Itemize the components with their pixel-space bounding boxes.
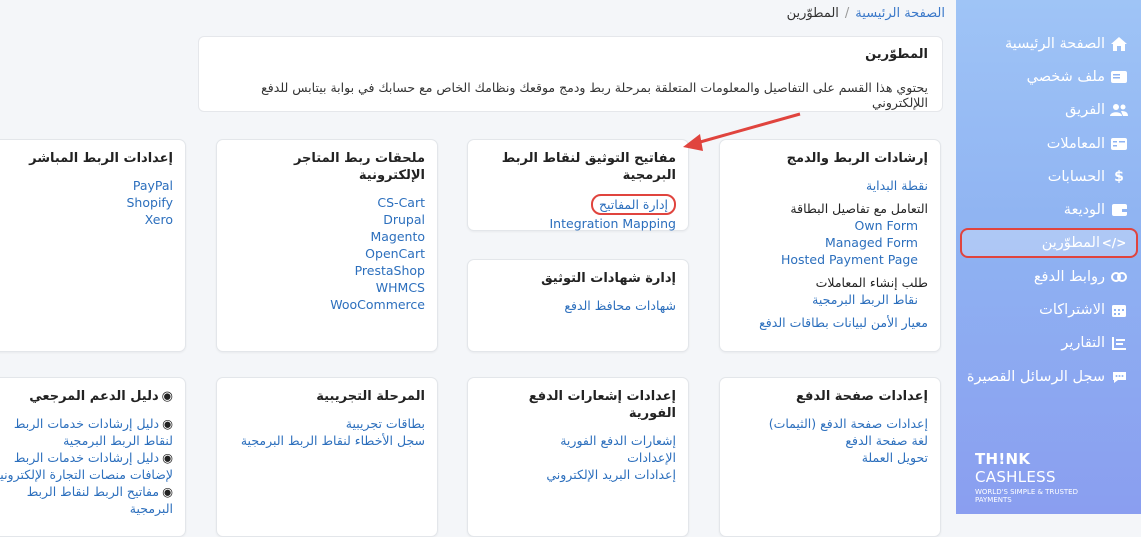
payment-page-settings-card: إعدادات صفحة الدفع إعدادات صفحة الدفع (ا… <box>719 377 941 537</box>
plugin-link[interactable]: CS-Cart <box>229 194 425 211</box>
settings-link[interactable]: لغة صفحة الدفع <box>732 432 928 449</box>
page-info-card: المطوّرين يحتوي هذا القسم على التفاصيل و… <box>198 36 943 112</box>
id-card-icon <box>1109 71 1129 83</box>
sms-icon <box>1109 371 1129 384</box>
brand-logo: TH!NK CASHLESS WORLD'S SIMPLE & TRUSTED … <box>975 450 1078 504</box>
sidebar-item-label: روابط الدفع <box>1033 269 1105 285</box>
pci-dss-link[interactable]: معيار الأمن لبيانات بطاقات الدفع <box>732 314 928 331</box>
link-icon <box>1109 271 1129 283</box>
sidebar-item-payment-links[interactable]: روابط الدفع <box>956 262 1141 292</box>
wallet-certificates-link[interactable]: شهادات محافظ الدفع <box>480 297 676 314</box>
reference-link[interactable]: ◉دليل إرشادات خدمات الربط <box>0 449 173 466</box>
plugin-link[interactable]: Magento <box>229 228 425 245</box>
reference-link-continued[interactable]: لإضافات منصات التجارة الإلكترونية <box>0 466 173 483</box>
radio-dot-icon: ◉ <box>162 484 173 499</box>
page-title: المطوّرين <box>865 47 928 62</box>
reference-link[interactable]: ◉دليل إرشادات خدمات الربط <box>0 415 173 432</box>
wallet-icon <box>1109 204 1129 216</box>
ipn-settings-card: إعدادات إشعارات الدفع الفورية إشعارات ال… <box>467 377 689 537</box>
sidebar-item-label: الاشتراكات <box>1039 302 1105 318</box>
reference-link[interactable]: ◉مفاتيح الربط لنقاط الربط <box>0 483 173 500</box>
integration-mapping-link[interactable]: Integration Mapping <box>480 215 677 232</box>
sidebar-item-team[interactable]: الفريق <box>956 95 1141 125</box>
sidebar: الصفحة الرئيسية ملف شخصي الفريق المعاملا… <box>956 0 1141 514</box>
transactions-icon <box>1109 138 1129 150</box>
plugin-link[interactable]: OpenCart <box>229 245 425 262</box>
card-title: المرحلة التجريبية <box>316 389 425 404</box>
plugin-link[interactable]: PrestaShop <box>229 262 425 279</box>
dollar-icon: $ <box>1114 169 1124 185</box>
card-title: إعدادات صفحة الدفع <box>796 389 928 404</box>
sandbox-link[interactable]: بطاقات تجريبية <box>229 415 425 432</box>
breadcrumb: الصفحة الرئيسية / المطوّرين <box>787 6 945 21</box>
integration-link[interactable]: Shopify <box>0 194 174 211</box>
card-title: ملحقات ربط المتاجر الإلكترونية <box>293 151 425 183</box>
sidebar-item-label: ملف شخصي <box>1026 69 1105 85</box>
api-keys-card: مفاتيح التوثيق لنقاط الربط البرمجية إدار… <box>467 139 689 231</box>
reference-guide-card: ◉دليل الدعم المرجعي ◉دليل إرشادات خدمات … <box>0 377 186 537</box>
reference-link-continued[interactable]: لنقاط الربط البرمجية <box>0 432 173 449</box>
sidebar-item-label: الحسابات <box>1047 169 1105 185</box>
card-details-label: التعامل مع تفاصيل البطاقة <box>790 201 928 216</box>
sidebar-item-label: سجل الرسائل القصيرة <box>966 369 1105 385</box>
breadcrumb-current: المطوّرين <box>786 6 839 21</box>
settings-link[interactable]: الإعدادات <box>480 449 676 466</box>
breadcrumb-home-link[interactable]: الصفحة الرئيسية <box>855 6 945 21</box>
breadcrumb-separator: / <box>844 6 850 21</box>
users-icon <box>1109 103 1129 117</box>
reports-icon <box>1109 336 1129 350</box>
sidebar-item-label: الفريق <box>1065 102 1105 118</box>
sandbox-card: المرحلة التجريبية بطاقات تجريبية سجل الأ… <box>216 377 438 537</box>
card-title: ◉دليل الدعم المرجعي <box>29 389 173 404</box>
plugin-link[interactable]: WooCommerce <box>229 296 425 313</box>
settings-link[interactable]: إعدادات صفحة الدفع (الثيمات) <box>732 415 928 432</box>
settings-link[interactable]: تحويل العملة <box>732 449 928 466</box>
card-title: مفاتيح التوثيق لنقاط الربط البرمجية <box>501 151 676 183</box>
plugins-card: ملحقات ربط المتاجر الإلكترونية CS-Cart D… <box>216 139 438 352</box>
integration-link[interactable]: Xero <box>0 211 173 228</box>
hosted-payment-page-link[interactable]: Hosted Payment Page <box>732 251 928 268</box>
radio-dot-icon: ◉ <box>161 389 173 404</box>
manage-keys-link[interactable]: إدارة المفاتيح <box>590 194 676 215</box>
page-description: يحتوي هذا القسم على التفاصيل والمعلومات … <box>261 80 928 110</box>
sidebar-item-label: المطوّرين <box>1041 235 1100 251</box>
sidebar-item-label: الصفحة الرئيسية <box>1004 36 1105 52</box>
certificates-card: إدارة شهادات التوثيق شهادات محافظ الدفع <box>467 259 689 352</box>
sidebar-item-deposit[interactable]: الوديعة <box>956 195 1141 225</box>
settings-link[interactable]: إعدادات البريد الإلكتروني <box>480 466 676 483</box>
integration-link[interactable]: PayPal <box>0 177 173 194</box>
sidebar-item-home[interactable]: الصفحة الرئيسية <box>956 29 1141 59</box>
managed-form-link[interactable]: Managed Form <box>732 234 928 251</box>
sidebar-item-label: الوديعة <box>1063 202 1105 218</box>
card-title: إرشادات الربط والدمج <box>786 151 928 166</box>
sidebar-item-accounts[interactable]: $ الحسابات <box>956 162 1141 192</box>
sidebar-item-profile[interactable]: ملف شخصي <box>956 62 1141 92</box>
own-form-link[interactable]: Own Form <box>732 217 928 234</box>
card-title: إعدادات الربط المباشر <box>29 151 173 166</box>
create-transactions-label: طلب إنشاء المعاملات <box>815 275 928 290</box>
sidebar-item-sms-log[interactable]: سجل الرسائل القصيرة <box>956 362 1141 392</box>
sidebar-item-transactions[interactable]: المعاملات <box>956 129 1141 159</box>
sidebar-item-subscriptions[interactable]: الاشتراكات <box>956 295 1141 325</box>
radio-dot-icon: ◉ <box>162 450 173 465</box>
sidebar-item-developers[interactable]: </> المطوّرين <box>960 228 1138 258</box>
plugin-link[interactable]: Drupal <box>229 211 425 228</box>
api-endpoints-link[interactable]: نقاط الربط البرمجية <box>732 291 928 308</box>
card-title: إدارة شهادات التوثيق <box>541 271 676 286</box>
settings-link[interactable]: إشعارات الدفع الفورية <box>480 432 676 449</box>
integration-guide-card: إرشادات الربط والدمج نقطة البداية التعام… <box>719 139 941 352</box>
calendar-icon <box>1109 303 1129 317</box>
sidebar-item-label: المعاملات <box>1046 136 1105 152</box>
start-point-link[interactable]: نقطة البداية <box>732 177 928 194</box>
sandbox-link[interactable]: سجل الأخطاء لنقاط الربط البرمجية <box>229 432 425 449</box>
sidebar-item-label: التقارير <box>1061 335 1105 351</box>
direct-integration-card: إعدادات الربط المباشر PayPal Shopify Xer… <box>0 139 186 352</box>
code-icon: </> <box>1101 236 1127 250</box>
radio-dot-icon: ◉ <box>162 416 173 431</box>
reference-link-continued[interactable]: البرمجية <box>0 500 173 517</box>
home-icon <box>1109 37 1129 51</box>
plugin-link[interactable]: WHMCS <box>229 279 425 296</box>
card-title: إعدادات إشعارات الدفع الفورية <box>528 389 676 421</box>
sidebar-item-reports[interactable]: التقارير <box>956 328 1141 358</box>
